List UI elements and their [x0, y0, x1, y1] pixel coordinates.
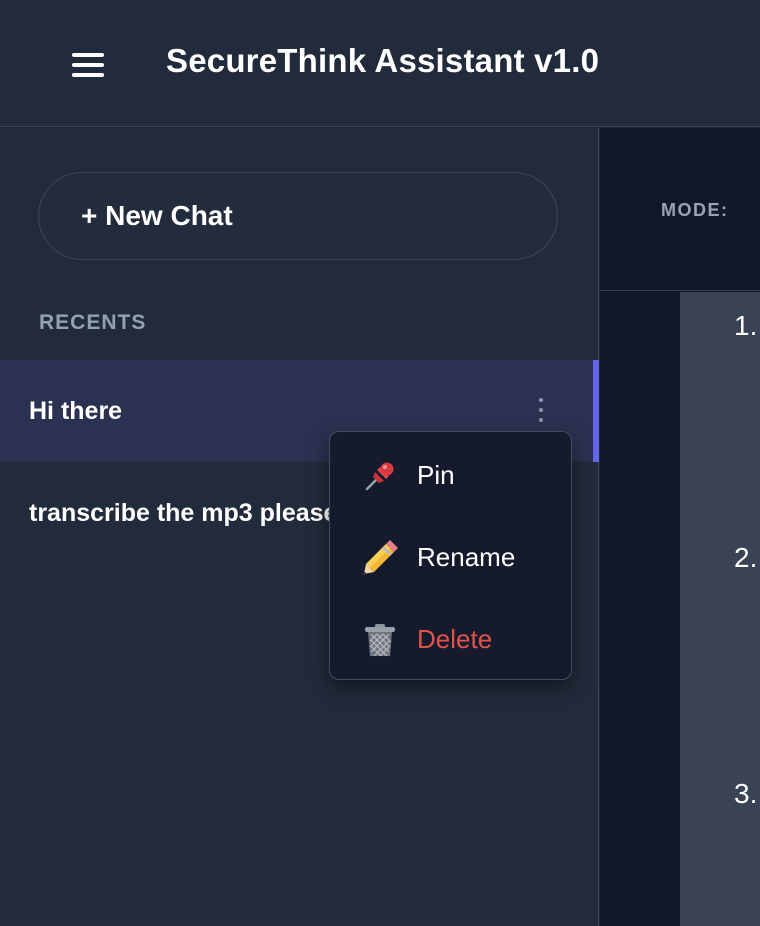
recents-heading: RECENTS [39, 311, 147, 334]
delete-label: Delete [417, 623, 493, 654]
main-pane: MODE: 1. 2. 3. [600, 128, 760, 926]
new-chat-button[interactable]: + New Chat [38, 172, 558, 260]
list-number: 1. [734, 310, 758, 341]
chat-item-title: transcribe the mp3 please [29, 498, 338, 527]
hamburger-menu-icon[interactable] [70, 50, 106, 80]
pin-menu-item[interactable]: Pin [330, 440, 571, 510]
mode-label: MODE: [661, 200, 729, 220]
top-header: SecureThink Assistant v1.0 [0, 0, 760, 127]
rename-label: Rename [417, 541, 516, 572]
app-title: SecureThink Assistant v1.0 [166, 42, 600, 79]
mode-bar: MODE: [600, 128, 760, 291]
delete-menu-item[interactable]: Delete [330, 604, 571, 674]
content-panel: 1. 2. 3. [680, 292, 760, 926]
pushpin-icon [365, 462, 394, 491]
pin-label: Pin [417, 459, 455, 490]
list-number: 3. [734, 778, 758, 809]
chat-item-title: Hi there [29, 396, 123, 425]
more-options-icon[interactable] [530, 396, 552, 426]
app-window: SecureThink Assistant v1.0 + New Chat RE… [0, 0, 760, 926]
pencil-icon [363, 540, 398, 575]
rename-menu-item[interactable]: Rename [330, 522, 571, 592]
list-number: 2. [734, 542, 758, 573]
trash-icon [365, 624, 395, 657]
chat-context-menu: Pin Rename Delete [329, 431, 572, 680]
